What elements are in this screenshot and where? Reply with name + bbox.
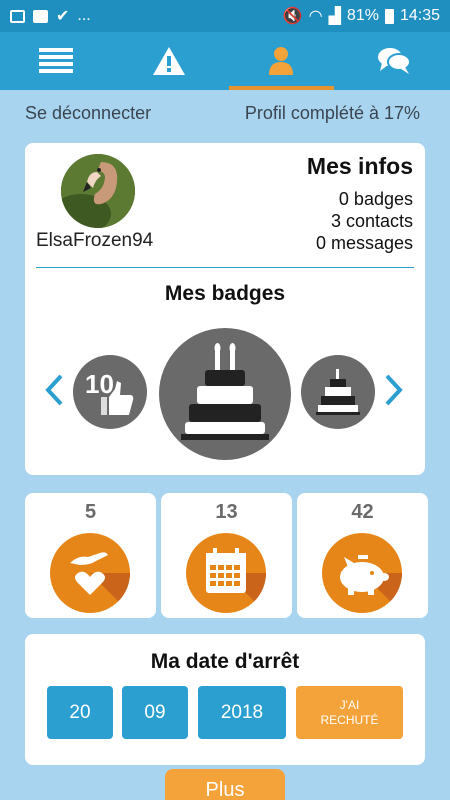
chevron-right-icon[interactable]: [383, 373, 405, 407]
profile-card: ElsaFrozen94 Mes infos 0 badges 3 contac…: [25, 143, 425, 475]
username: ElsaFrozen94: [36, 230, 154, 251]
tab-messages[interactable]: [338, 32, 450, 90]
status-bar: ✔ ... 🔇 ◠ ▟ 81% 14:35: [0, 0, 450, 32]
divider: [36, 267, 414, 268]
stat-card-days[interactable]: 13: [161, 493, 292, 618]
relapse-line-2: RECHUTÉ: [320, 712, 379, 727]
nav-bar: [0, 32, 450, 90]
cake-badge-icon[interactable]: [159, 328, 291, 460]
stat-card-help[interactable]: 5: [25, 493, 156, 618]
quit-date-card: Ma date d'arrêt 20 09 2018 J'AI RECHUTÉ: [25, 634, 425, 765]
stat-value: 13: [215, 501, 238, 523]
small-cake-badge-icon[interactable]: [301, 355, 375, 429]
badge-number: 10: [85, 369, 114, 399]
warning-icon: [152, 47, 185, 75]
user-icon: [269, 47, 294, 75]
quit-day[interactable]: 20: [47, 686, 113, 739]
top-line: Se déconnecter Profil complété à 17%: [25, 103, 420, 129]
quit-year[interactable]: 2018: [198, 686, 286, 739]
chevron-left-icon[interactable]: [43, 373, 65, 407]
stat-value: 5: [84, 501, 97, 523]
contacts-count: 3 contacts: [330, 211, 413, 231]
profile-progress: Profil complété à 17%: [244, 103, 420, 123]
avatar[interactable]: [61, 154, 135, 228]
stat-value: 42: [351, 501, 374, 523]
thumbs-up-10-badge-icon[interactable]: 10: [73, 355, 147, 429]
relapse-line-1: J'AI: [339, 697, 360, 712]
mute-icon: 🔇: [282, 8, 303, 25]
battery-percent: 81%: [346, 7, 379, 24]
messages-count: 0 messages: [315, 233, 413, 253]
chat-icon: [377, 48, 411, 74]
clock: 14:35: [399, 7, 440, 24]
check-flag-icon: ✔: [56, 8, 70, 25]
tab-list[interactable]: [0, 32, 113, 90]
quit-month[interactable]: 09: [122, 686, 188, 739]
wifi-icon: ◠: [308, 8, 323, 25]
badges-title: Mes badges: [164, 282, 286, 305]
more-button[interactable]: Plus: [165, 769, 285, 800]
tab-alerts[interactable]: [113, 32, 226, 90]
flipboard-icon: [33, 9, 48, 23]
logout-link[interactable]: Se déconnecter: [25, 103, 151, 129]
battery-icon: [384, 8, 394, 24]
quit-date-title: Ma date d'arrêt: [150, 650, 300, 673]
tab-profile[interactable]: [225, 32, 338, 90]
piggy-bank-icon: [322, 533, 402, 613]
gallery-icon: [10, 9, 25, 23]
stat-card-savings[interactable]: 42: [297, 493, 428, 618]
signal-icon: ▟: [328, 8, 341, 25]
list-icon: [39, 48, 74, 73]
hand-heart-icon: [50, 533, 130, 613]
more-notifications: ...: [77, 7, 91, 24]
flamingo-avatar-image: [61, 154, 135, 228]
badges-count: 0 badges: [338, 189, 413, 209]
relapse-button[interactable]: J'AI RECHUTÉ: [296, 686, 403, 739]
calendar-icon: [186, 533, 266, 613]
my-info-title: Mes infos: [306, 153, 413, 179]
